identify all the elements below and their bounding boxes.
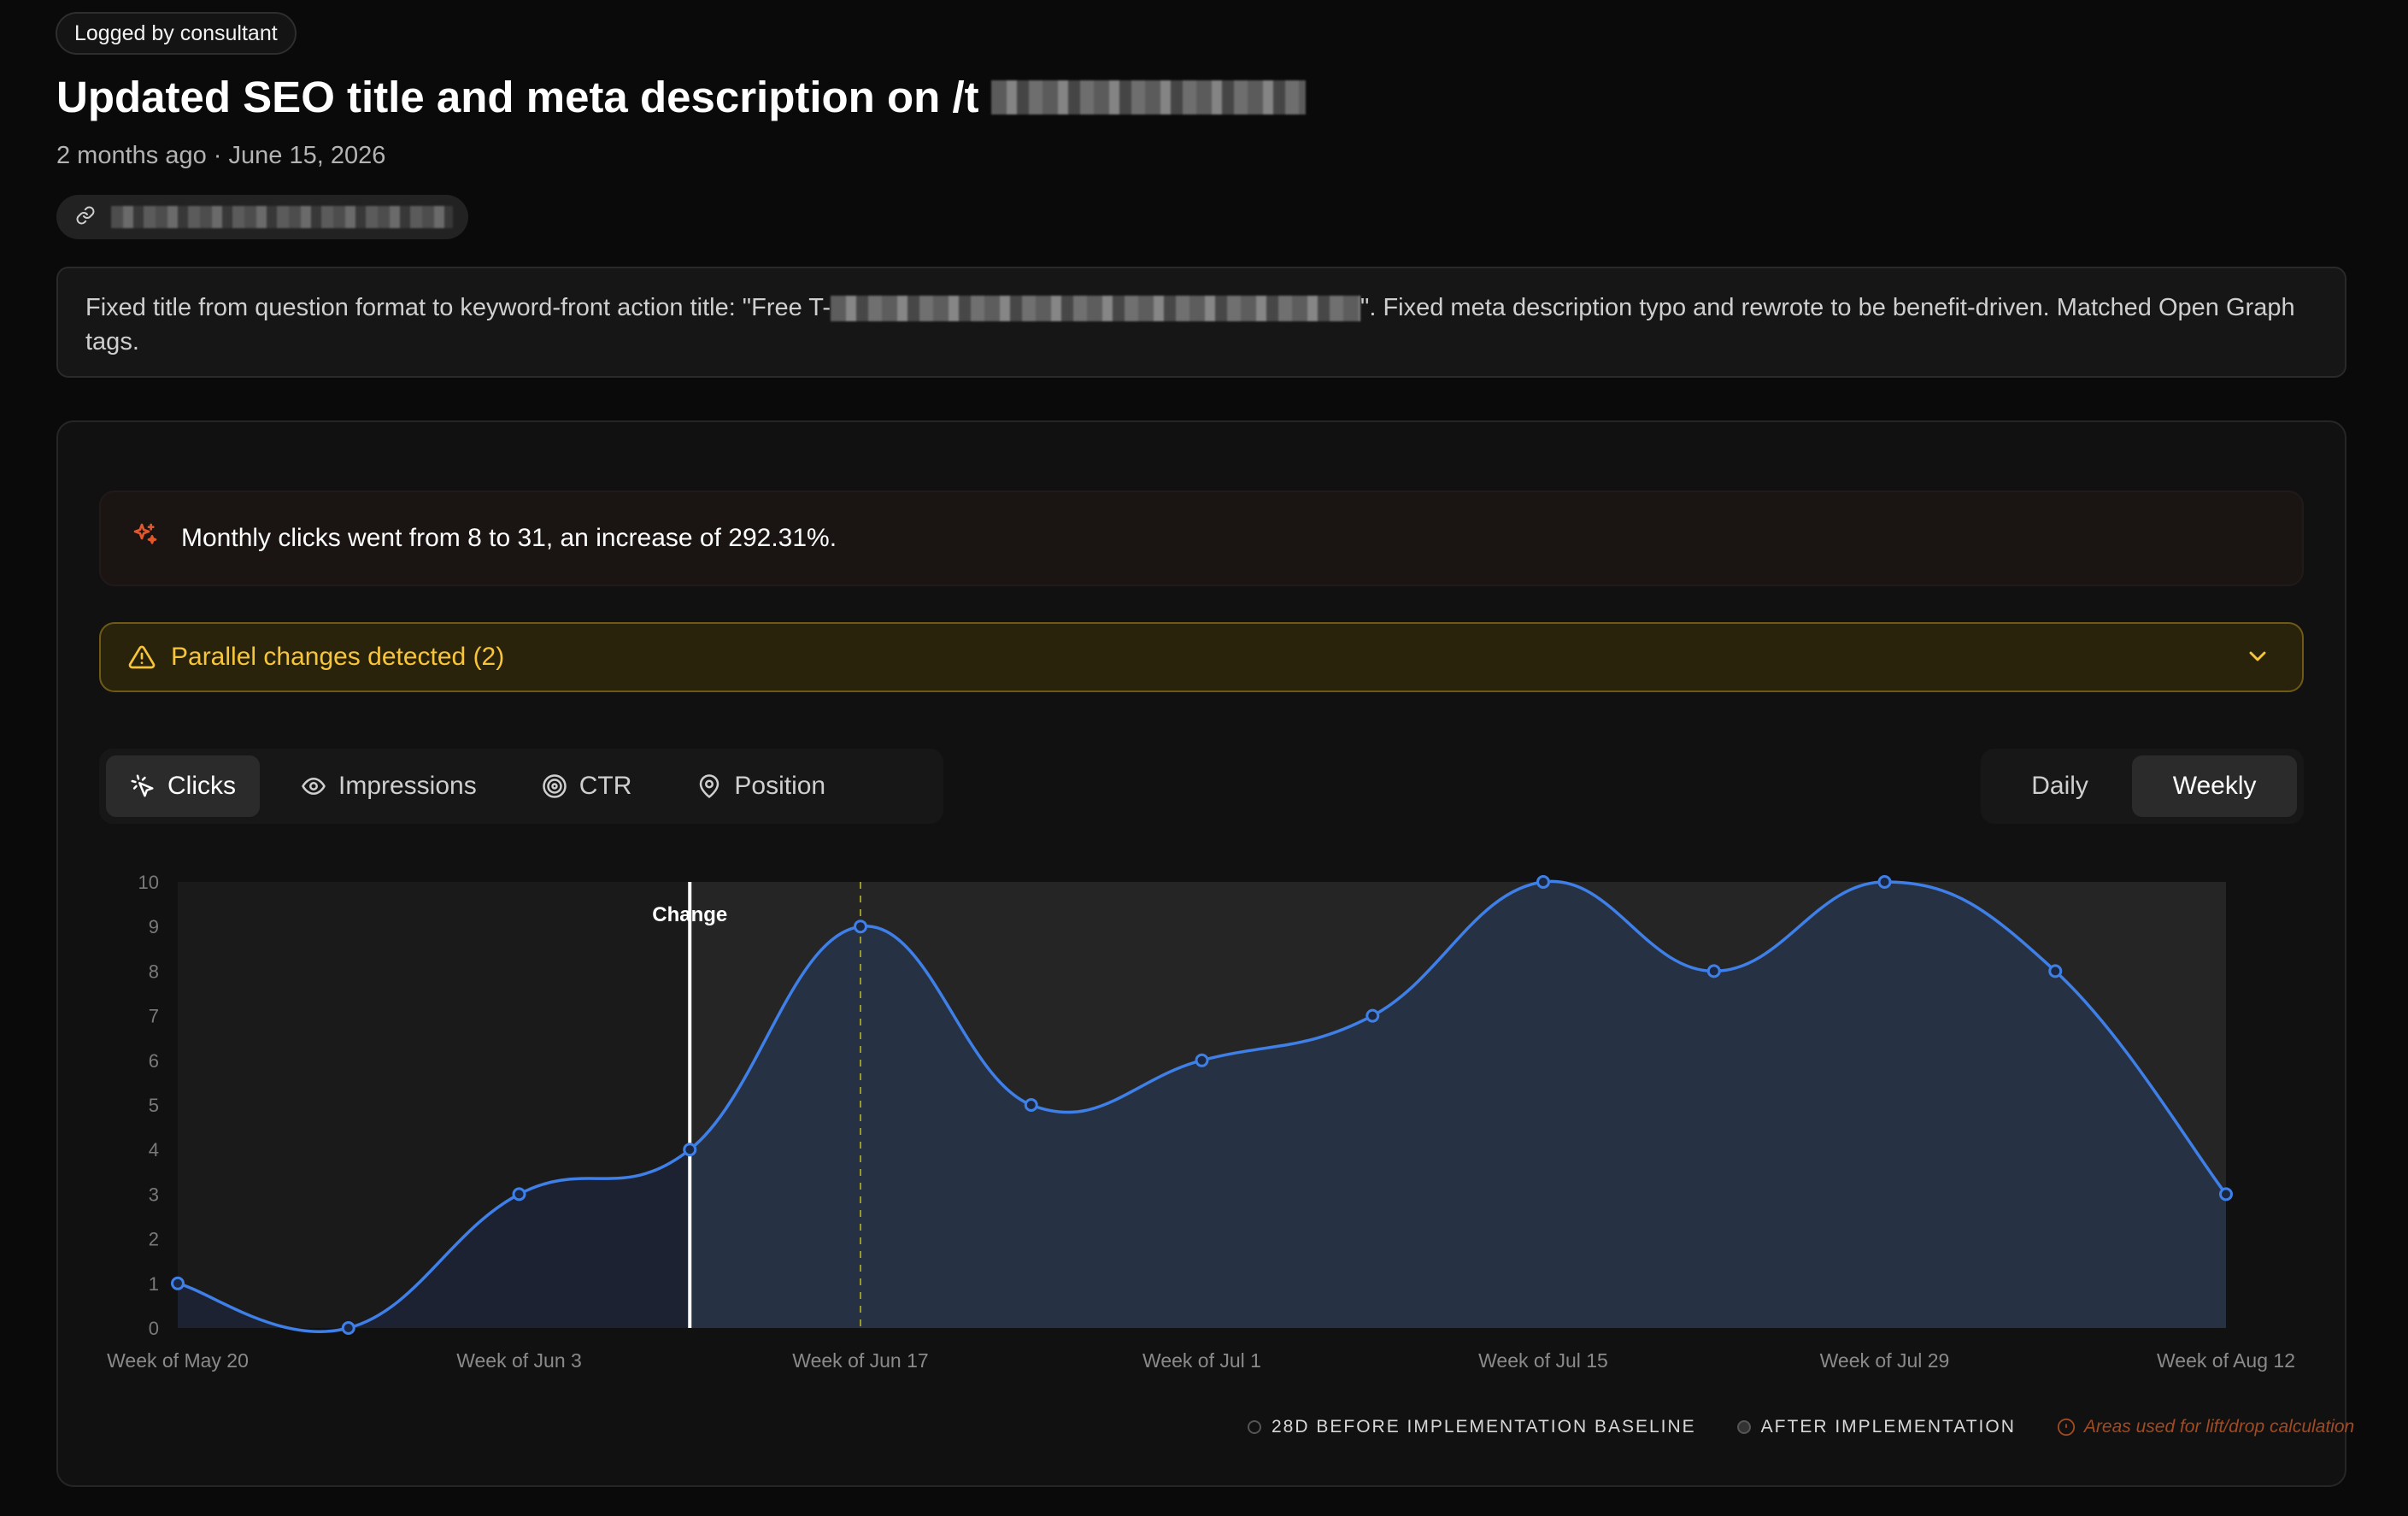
y-tick-label: 2: [149, 1229, 159, 1250]
data-point: [1536, 875, 1550, 889]
data-point: [1877, 875, 1892, 889]
x-tick-label: Week of May 20: [107, 1349, 249, 1372]
x-tick-label: Week of Jul 1: [1142, 1349, 1261, 1372]
y-tick-label: 7: [149, 1006, 159, 1027]
clicks-chart: 0 1 2 3 4 5 6 7 8 9 10 Week of May 20 Week of Jun 3 W…: [107, 872, 2295, 1372]
data-point: [854, 920, 867, 934]
data-point: [512, 1187, 526, 1202]
chart-legend: 28D BEFORE IMPLEMENTATION BASELINE AFTER…: [1248, 1417, 2354, 1437]
legend-after-label: AFTER IMPLEMENTATION: [1760, 1417, 2016, 1437]
y-tick-label: 5: [149, 1095, 159, 1116]
data-point: [2219, 1187, 2233, 1202]
x-tick-label: Week of Jun 3: [456, 1349, 582, 1372]
change-marker-label: Change: [652, 903, 727, 926]
legend-before-label: 28D BEFORE IMPLEMENTATION BASELINE: [1272, 1417, 1696, 1437]
data-point: [171, 1276, 185, 1290]
x-tick-label: Week of Jul 29: [1820, 1349, 1950, 1372]
info-icon: [2057, 1418, 2076, 1437]
data-point: [1195, 1053, 1209, 1067]
y-tick-label: 1: [149, 1273, 159, 1295]
data-point: [2048, 964, 2063, 978]
data-point: [1366, 1008, 1380, 1023]
x-tick-label: Week of Jul 15: [1478, 1349, 1608, 1372]
legend-after: AFTER IMPLEMENTATION: [1736, 1417, 2016, 1437]
legend-after-swatch: [1736, 1420, 1751, 1434]
x-tick-label: Week of Aug 12: [2157, 1349, 2295, 1372]
y-tick-label: 6: [149, 1050, 159, 1072]
legend-note-text: Areas used for lift/drop calculation: [2083, 1417, 2355, 1437]
legend-before: 28D BEFORE IMPLEMENTATION BASELINE: [1248, 1417, 1696, 1437]
legend-before-swatch: [1248, 1420, 1261, 1434]
legend-note: Areas used for lift/drop calculation: [2057, 1417, 2354, 1437]
x-tick-label: Week of Jun 17: [792, 1349, 928, 1372]
y-tick-label: 0: [149, 1318, 159, 1339]
y-tick-label: 10: [138, 872, 159, 893]
data-point: [341, 1321, 355, 1335]
data-point: [1706, 964, 1721, 978]
y-tick-label: 8: [149, 961, 159, 982]
y-tick-label: 9: [149, 916, 159, 937]
data-point: [683, 1143, 697, 1157]
data-point: [1024, 1098, 1038, 1112]
y-tick-label: 3: [149, 1184, 159, 1205]
y-tick-label: 4: [149, 1139, 159, 1161]
